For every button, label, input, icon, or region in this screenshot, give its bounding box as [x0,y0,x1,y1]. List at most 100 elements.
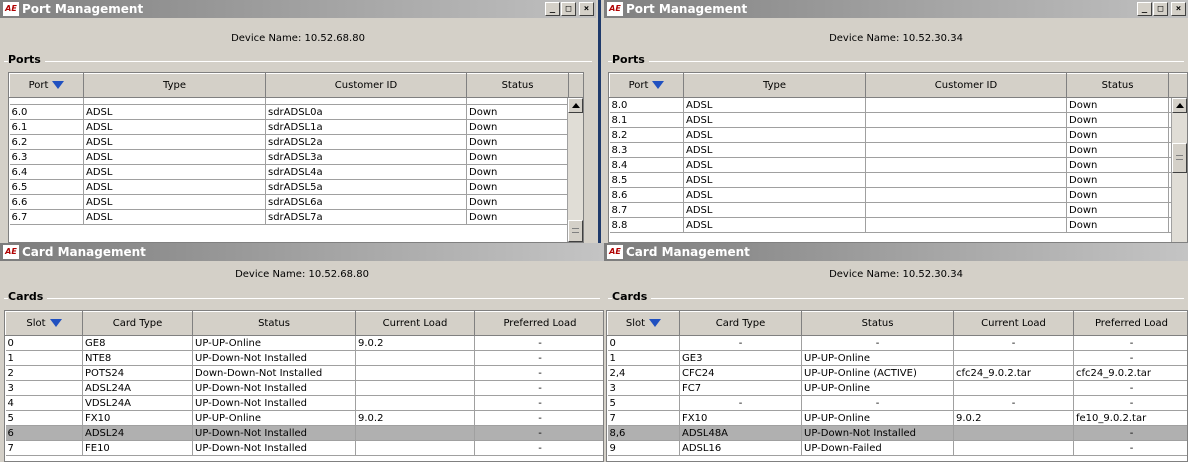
table-cell: FX10 [82,410,193,426]
cards-table[interactable]: Slot Card Type Status Current Load Prefe… [606,310,1188,462]
window-titlebar[interactable]: AE Port Management _ □ × [0,0,596,18]
app-logo-icon: AE [3,245,19,259]
column-header-preferred-load[interactable]: Preferred Load [1073,311,1187,336]
table-cell: - [1073,440,1187,456]
column-header-status[interactable]: Status [1066,73,1169,98]
table-row[interactable]: 6.7 ADSL sdrADSL7a Down [9,209,583,225]
maximize-icon[interactable]: □ [1153,2,1168,16]
table-row[interactable]: 0---- [607,335,1187,351]
table-row[interactable]: 9 ADSL16 UP-Down-Failed - [607,440,1187,456]
window-titlebar[interactable]: AE Card Management [0,243,604,261]
table-row[interactable]: 8.0 ADSL Down [609,97,1187,113]
column-header-customer-id[interactable]: Customer ID [865,73,1067,98]
ports-table[interactable]: Port Type Customer ID Status 8.0 ADSL Down… [608,72,1188,243]
table-row[interactable]: 2,4 CFC24 UP-UP-Online (ACTIVE) cfc24_9.0.2… [607,365,1187,381]
table-row-partial[interactable] [9,97,583,105]
table-row[interactable]: 6.3 ADSL sdrADSL3a Down [9,149,583,165]
table-row[interactable]: 1 GE3 UP-UP-Online - [607,350,1187,366]
ports-table[interactable]: Port Type Customer ID Status 6.0 ADSL sdrA… [8,72,584,243]
table-cell: - [1073,425,1187,441]
table-cell [83,97,266,105]
column-header-slot[interactable]: Slot [607,311,680,336]
column-header-customer-id[interactable]: Customer ID [265,73,467,98]
table-row[interactable]: 2 POTS24 Down-Down-Not Installed - [5,365,603,381]
sort-descending-icon[interactable] [49,319,62,327]
table-row[interactable]: 6.2 ADSL sdrADSL2a Down [9,134,583,150]
minimize-icon[interactable]: _ [545,2,560,16]
table-row[interactable]: 5 FX10 UP-UP-Online 9.0.2- [5,410,603,426]
table-cell: ADSL48A [679,425,802,441]
table-row[interactable]: 8.8 ADSL Down [609,217,1187,233]
column-header-port[interactable]: Port [9,73,84,98]
table-row[interactable]: 4 VDSL24A UP-Down-Not Installed - [5,395,603,411]
table-cell: 3 [607,380,680,396]
column-header-type[interactable]: Type [83,73,266,98]
table-row[interactable]: 3 FC7 UP-UP-Online - [607,380,1187,396]
app-logo-icon: AE [3,2,19,16]
table-row[interactable]: 8.1 ADSL Down [609,112,1187,128]
table-row[interactable]: 8.7 ADSL Down [609,202,1187,218]
table-row[interactable]: 8.4 ADSL Down [609,157,1187,173]
column-header-current-load[interactable]: Current Load [953,311,1074,336]
table-row[interactable]: 8.3 ADSL Down [609,142,1187,158]
window-titlebar[interactable]: AE Port Management _ □ × [604,0,1188,18]
column-header-status[interactable]: Status [801,311,954,336]
sort-descending-icon[interactable] [649,319,662,327]
table-row[interactable]: 6.4 ADSL sdrADSL4a Down [9,164,583,180]
table-row[interactable]: 6.5 ADSL sdrADSL5a Down [9,179,583,195]
close-icon[interactable]: × [1171,2,1186,16]
table-cell: UP-UP-Online [801,380,954,396]
table-cell: UP-Down-Not Installed [192,350,356,366]
table-row[interactable]: 7 FX10 UP-UP-Online 9.0.2 fe10_9.0.2.tar [607,410,1187,426]
table-row[interactable]: 6.1 ADSL sdrADSL1a Down [9,119,583,135]
table-row[interactable]: 8.2 ADSL Down [609,127,1187,143]
column-header-status[interactable]: Status [466,73,569,98]
table-cell: 6.1 [9,119,84,135]
cards-table[interactable]: Slot Card Type Status Current Load Prefe… [4,310,604,462]
minimize-icon[interactable]: _ [1137,2,1152,16]
table-row[interactable]: 3 ADSL24A UP-Down-Not Installed - [5,380,603,396]
table-row[interactable]: 1 NTE8 UP-Down-Not Installed - [5,350,603,366]
column-header-slot[interactable]: Slot [5,311,83,336]
vertical-scrollbar[interactable] [567,98,583,242]
table-row[interactable]: 8.6 ADSL Down [609,187,1187,203]
vertical-splitter[interactable] [596,0,604,243]
table-cell: ADSL [83,209,266,225]
scrollbar-thumb[interactable] [1172,143,1187,173]
table-cell: 8.7 [609,202,684,218]
close-icon[interactable]: × [579,2,594,16]
column-header-type[interactable]: Type [683,73,866,98]
vertical-scrollbar[interactable] [1171,98,1187,242]
scroll-up-button[interactable] [568,98,583,113]
section-title: Ports [8,53,45,66]
scroll-up-button[interactable] [1172,98,1187,113]
section-divider [4,61,592,62]
column-header-status[interactable]: Status [192,311,356,336]
table-cell [466,97,569,105]
table-cell: 2 [5,365,83,381]
column-header-preferred-load[interactable]: Preferred Load [474,311,603,336]
column-header-port[interactable]: Port [609,73,684,98]
column-header-card-type[interactable]: Card Type [679,311,802,336]
sort-descending-icon[interactable] [652,81,665,89]
table-cell: UP-Down-Not Installed [801,425,954,441]
table-row[interactable]: 6 ADSL24 UP-Down-Not Installed - [5,425,603,441]
table-row[interactable]: 5---- [607,395,1187,411]
table-cell: ADSL [83,134,266,150]
column-header-card-type[interactable]: Card Type [82,311,193,336]
table-row[interactable]: 6.6 ADSL sdrADSL6a Down [9,194,583,210]
scroll-up-icon [1176,103,1184,108]
sort-descending-icon[interactable] [52,81,65,89]
table-row[interactable]: 8,6 ADSL48A UP-Down-Not Installed - [607,425,1187,441]
window-titlebar[interactable]: AE Card Management [604,243,1188,261]
maximize-icon[interactable]: □ [561,2,576,16]
scrollbar-thumb[interactable] [568,220,583,242]
table-row[interactable]: 6.0 ADSL sdrADSL0a Down [9,104,583,120]
table-cell: 8.0 [609,97,684,113]
table-row[interactable]: 8.5 ADSL Down [609,172,1187,188]
table-row[interactable]: 7 FE10 UP-Down-Not Installed - [5,440,603,456]
table-cell: - [1073,335,1187,351]
column-header-current-load[interactable]: Current Load [355,311,475,336]
table-row[interactable]: 0 GE8 UP-UP-Online 9.0.2- [5,335,603,351]
scroll-up-icon [572,103,580,108]
